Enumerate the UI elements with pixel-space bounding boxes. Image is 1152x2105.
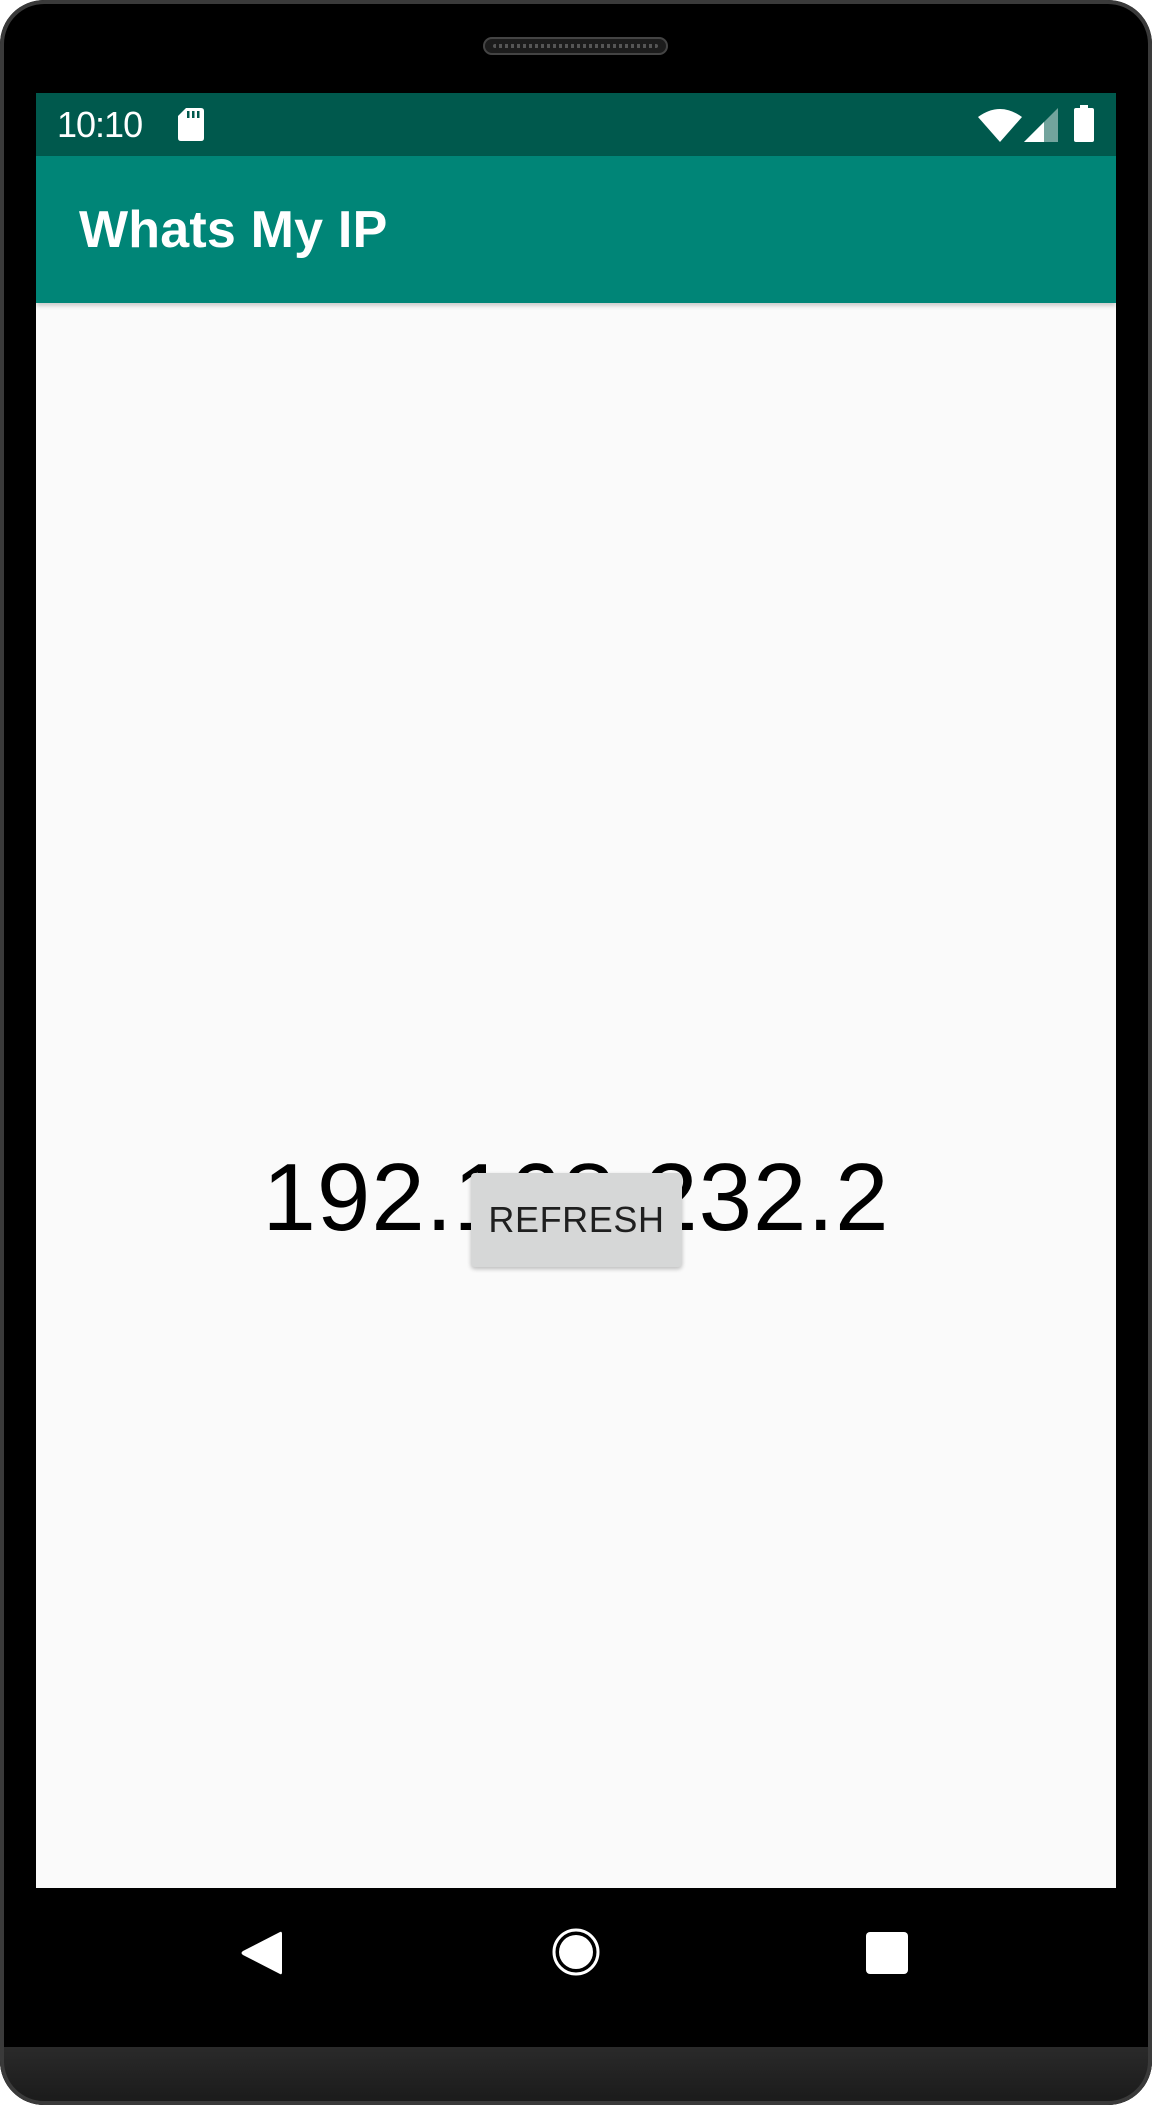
cellular-signal-icon: [1024, 108, 1058, 142]
phone-frame: 10:10 Whats My IP 192.168.232: [0, 0, 1152, 2105]
status-time: 10:10: [57, 104, 143, 145]
app-bar: Whats My IP: [36, 156, 1116, 303]
device-chin: [0, 2047, 1152, 2105]
sd-card-icon: [178, 108, 204, 141]
home-icon[interactable]: [552, 1928, 600, 1976]
battery-icon: [1074, 105, 1094, 142]
main-content: 192.168.232.2: [36, 303, 1116, 1888]
status-bar: 10:10: [36, 93, 1116, 156]
app-title: Whats My IP: [79, 201, 388, 259]
recents-icon[interactable]: [866, 1932, 908, 1974]
earpiece-speaker: [483, 37, 668, 55]
wifi-icon: [978, 109, 1022, 142]
refresh-button[interactable]: REFRESH: [471, 1173, 682, 1267]
back-icon[interactable]: [240, 1930, 282, 1976]
navigation-bar: [0, 1888, 1152, 2047]
screen: 10:10 Whats My IP 192.168.232: [36, 93, 1116, 1888]
